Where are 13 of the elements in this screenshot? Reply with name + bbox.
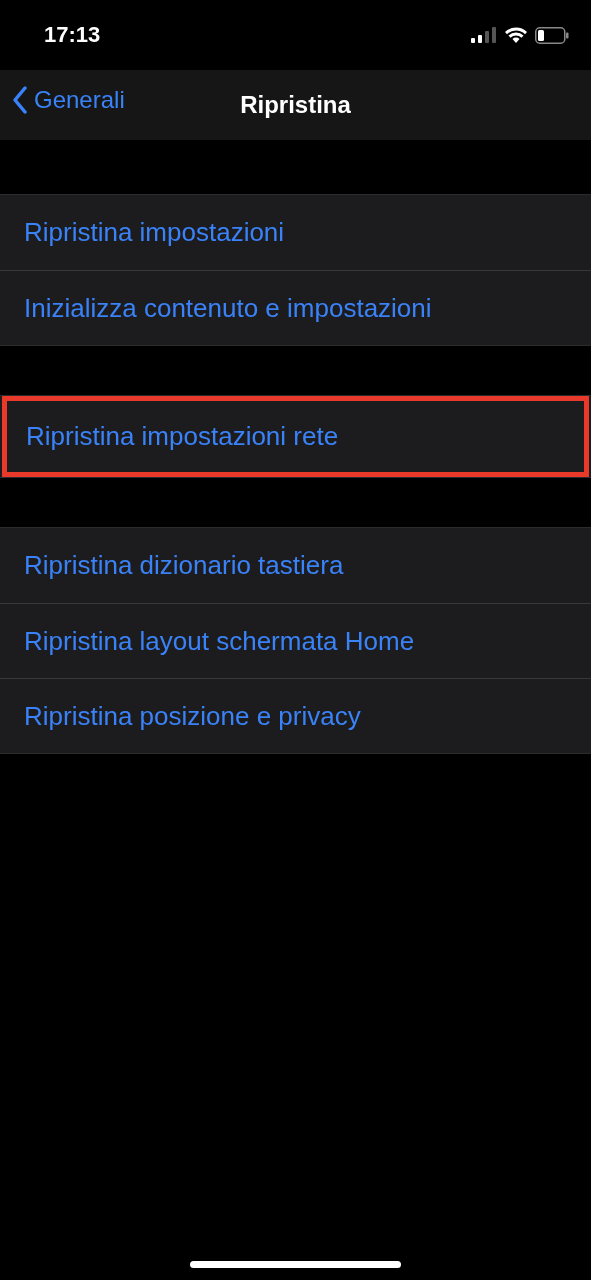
chevron-left-icon (12, 86, 28, 114)
status-time: 17:13 (44, 22, 101, 48)
battery-icon (535, 26, 569, 44)
list-item[interactable]: Ripristina dizionario tastiera (0, 528, 591, 603)
list-item[interactable]: Ripristina posizione e privacy (0, 678, 591, 753)
list-item[interactable]: Ripristina impostazioni rete (2, 396, 589, 477)
back-button[interactable]: Generali (12, 86, 125, 114)
page-title: Ripristina (240, 91, 351, 119)
signal-icon (471, 27, 497, 43)
wifi-icon (505, 27, 527, 43)
list-item[interactable]: Inizializza contenuto e impostazioni (0, 270, 591, 345)
list-item[interactable]: Ripristina impostazioni (0, 195, 591, 270)
list-item[interactable]: Ripristina layout schermata Home (0, 603, 591, 678)
